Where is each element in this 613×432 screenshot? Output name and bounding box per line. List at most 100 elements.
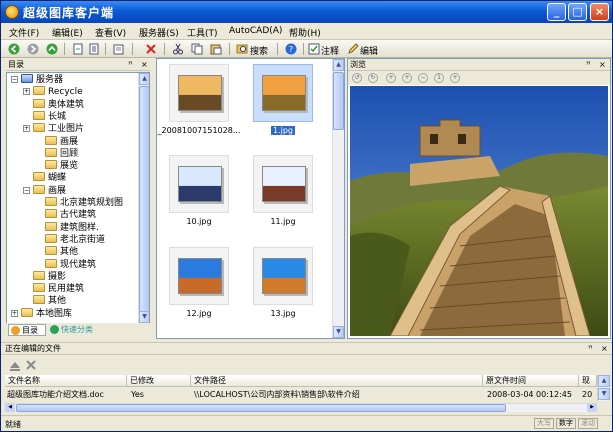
col-modified[interactable]: 已修改 xyxy=(127,375,191,387)
main-window: 超级图库客户端 _ □ × 文件(F) 编辑(E) 查看(V) 服务器(S) 工… xyxy=(0,0,613,432)
thumbnail[interactable] xyxy=(169,247,229,305)
tree-scrollbar[interactable]: ▲ ▼ xyxy=(138,73,149,323)
expand-icon[interactable]: + xyxy=(23,125,30,133)
col-original-time[interactable]: 原文件时间 xyxy=(483,375,579,387)
copy-icon[interactable] xyxy=(190,42,204,56)
close-panel-icon[interactable]: × xyxy=(141,59,148,71)
scroll-thumb[interactable] xyxy=(333,72,344,130)
back-icon[interactable] xyxy=(7,42,21,56)
thumbnail[interactable] xyxy=(253,155,313,213)
maximize-button[interactable]: □ xyxy=(568,3,587,21)
tree-item[interactable]: 其他 xyxy=(23,295,66,307)
tab-quick-category[interactable]: 快速分类 xyxy=(48,324,104,336)
close-panel-icon[interactable]: × xyxy=(599,59,606,71)
expand-icon[interactable]: − xyxy=(23,186,30,194)
thumbnail[interactable] xyxy=(253,64,313,122)
edit-list-scrollbar[interactable]: ▲ ▼ xyxy=(597,375,610,401)
properties-icon[interactable] xyxy=(87,42,101,56)
menu-tools[interactable]: 工具(T) xyxy=(187,26,218,39)
up-icon[interactable] xyxy=(45,42,59,56)
tree-item[interactable]: 蝴蝶 xyxy=(23,172,66,184)
pin-icon[interactable]: ꟸ xyxy=(586,59,591,71)
rotate-right-icon[interactable]: ↻ xyxy=(368,73,378,83)
discard-icon[interactable] xyxy=(25,359,37,374)
tree-item[interactable]: + Recycle xyxy=(23,86,83,98)
expand-icon[interactable]: − xyxy=(11,76,18,83)
thumbnail[interactable] xyxy=(253,247,313,305)
pin-icon[interactable]: ꟸ xyxy=(588,343,593,355)
menu-help[interactable]: 帮助(H) xyxy=(289,26,321,39)
annotate-icon[interactable] xyxy=(307,42,321,56)
tree-item[interactable]: 奥体建筑 xyxy=(23,98,84,111)
edit-icon[interactable] xyxy=(346,42,360,56)
tree-item[interactable]: 老北京街道 xyxy=(35,233,105,246)
open-icon[interactable] xyxy=(112,42,126,56)
pin-icon[interactable]: ꟸ xyxy=(128,59,133,71)
col-current[interactable]: 现 xyxy=(579,375,597,387)
menu-file[interactable]: 文件(F) xyxy=(9,26,39,39)
zoom-fit-icon[interactable]: + xyxy=(386,73,396,83)
delete-icon[interactable] xyxy=(144,42,158,56)
rotate-left-icon[interactable]: ↺ xyxy=(352,73,362,83)
files-scrollbar[interactable]: ▲ ▼ xyxy=(332,59,344,338)
tree-item[interactable]: 回顾 xyxy=(35,147,78,160)
edit-button-label[interactable]: 编辑 xyxy=(360,44,378,57)
tree-item[interactable]: 北京建筑规划图 xyxy=(35,197,123,209)
menu-view[interactable]: 查看(V) xyxy=(95,26,126,39)
tree-item[interactable]: 其他 xyxy=(35,246,78,258)
tree-item[interactable]: − 服务器 xyxy=(11,74,63,86)
zoom-out-icon[interactable]: − xyxy=(418,73,428,83)
row-file-name[interactable]: 超级图库功能介绍文档.doc xyxy=(7,389,125,400)
tree-item[interactable]: + 工业图片 xyxy=(23,123,84,135)
scroll-left-icon[interactable]: ◀ xyxy=(5,404,15,412)
zoom-in-icon[interactable]: + xyxy=(402,73,412,83)
scroll-up-icon[interactable]: ▲ xyxy=(598,375,610,387)
scroll-down-icon[interactable]: ▼ xyxy=(598,388,610,400)
tree-item[interactable]: 现代建筑 xyxy=(35,258,96,271)
close-panel-icon[interactable]: × xyxy=(601,343,608,355)
cut-icon[interactable] xyxy=(171,42,185,56)
tree-item[interactable]: 画展 xyxy=(35,135,78,148)
help-icon[interactable]: ? xyxy=(284,42,298,56)
thumbnail-label[interactable]: 1.jpg xyxy=(233,126,333,135)
tree-item[interactable]: 古代建筑 xyxy=(35,209,96,221)
forward-icon[interactable] xyxy=(26,42,40,56)
tree-item[interactable]: 长城 xyxy=(23,110,66,123)
search-button-label[interactable]: 搜索 xyxy=(250,44,268,57)
zoom-actual-icon[interactable]: 1 xyxy=(434,73,444,83)
tree-item[interactable]: − 画展 xyxy=(23,184,66,197)
expand-icon[interactable]: + xyxy=(23,88,30,96)
scroll-thumb[interactable] xyxy=(139,86,149,314)
thumbnail-label[interactable]: 11.jpg xyxy=(233,217,333,226)
hscroll-thumb[interactable] xyxy=(16,404,506,412)
tree-item[interactable]: 建筑图样. xyxy=(35,221,99,234)
minimize-button[interactable]: _ xyxy=(547,3,566,21)
title-bar[interactable]: 超级图库客户端 _ □ × xyxy=(1,1,612,23)
thumbnail-label[interactable]: 13.jpg xyxy=(233,309,333,318)
annotate-button-label[interactable]: 注释 xyxy=(321,44,339,57)
tab-catalog[interactable]: 目录 xyxy=(8,324,46,336)
edit-hscrollbar[interactable]: ◀ ▶ xyxy=(5,403,597,412)
upload-icon[interactable] xyxy=(9,359,21,374)
menu-server[interactable]: 服务器(S) xyxy=(139,26,179,39)
scroll-right-icon[interactable]: ▶ xyxy=(587,404,597,412)
thumbnail[interactable] xyxy=(169,64,229,122)
col-file-name[interactable]: 文件名称 xyxy=(5,375,127,387)
refresh-icon[interactable] xyxy=(71,42,85,56)
tree-item[interactable]: 摄影 xyxy=(23,270,66,283)
thumbnail[interactable] xyxy=(169,155,229,213)
close-button[interactable]: × xyxy=(590,3,609,21)
tree-item[interactable]: 民用建筑 xyxy=(23,283,84,295)
expand-icon[interactable]: + xyxy=(11,309,18,317)
col-file-path[interactable]: 文件路径 xyxy=(191,375,483,387)
tree-item[interactable]: 展览 xyxy=(35,160,78,172)
scroll-down-icon[interactable]: ▼ xyxy=(333,326,344,338)
menu-autocad[interactable]: AutoCAD(A) xyxy=(229,26,282,36)
search-icon[interactable] xyxy=(235,42,249,56)
scroll-up-icon[interactable]: ▲ xyxy=(333,59,344,71)
menu-edit[interactable]: 编辑(E) xyxy=(52,26,83,39)
paste-icon[interactable] xyxy=(209,42,223,56)
zoom-more-icon[interactable]: + xyxy=(450,73,460,83)
scroll-up-icon[interactable]: ▲ xyxy=(139,73,149,85)
tree-item[interactable]: + 本地图库 xyxy=(11,307,72,320)
